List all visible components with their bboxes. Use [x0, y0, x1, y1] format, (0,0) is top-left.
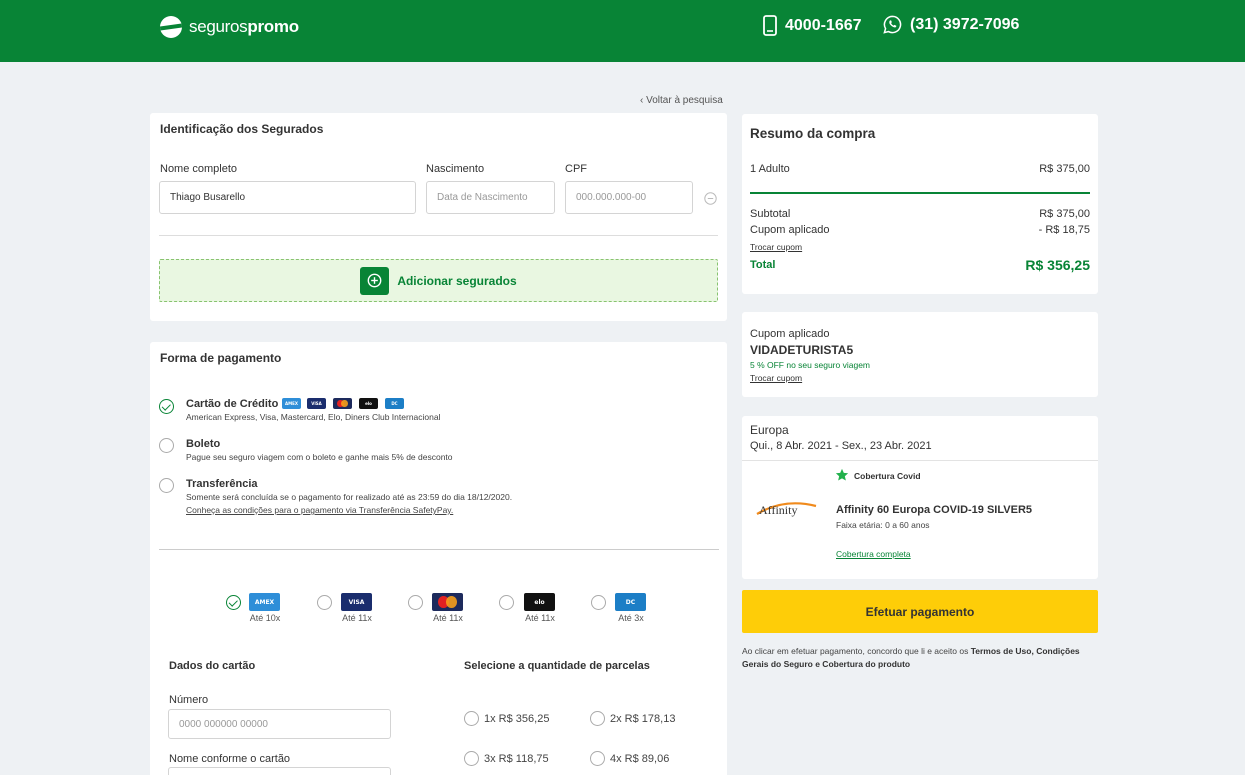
diners-icon: DC	[385, 398, 404, 409]
change-coupon-link[interactable]: Trocar cupom	[750, 373, 802, 383]
divider	[742, 460, 1098, 461]
total-label: Total	[750, 259, 776, 271]
installment-radio-4[interactable]	[590, 751, 605, 766]
back-to-search-link[interactable]: ‹ Voltar à pesquisa	[640, 95, 723, 106]
coupon-label: Cupom aplicado	[750, 328, 830, 340]
credit-card-desc: American Express, Visa, Mastercard, Elo,…	[186, 412, 441, 422]
installments-title: Selecione a quantidade de parcelas	[464, 660, 650, 672]
credit-card-title: Cartão de Crédito	[186, 398, 279, 410]
whatsapp-icon	[883, 15, 902, 34]
boleto-desc: Pague seu seguro viagem com o boleto e g…	[186, 452, 453, 462]
mastercard-brand-radio[interactable]	[408, 595, 423, 610]
card-number-label: Número	[169, 694, 209, 706]
affinity-logo: Affinity	[754, 500, 820, 520]
phone-number: 4000-1667	[785, 16, 862, 34]
amex-icon[interactable]: AMEX	[249, 593, 280, 611]
diners-icon[interactable]: DC	[615, 593, 646, 611]
cpf-field[interactable]: 000.000.000-00	[565, 181, 693, 214]
card-holder-label: Nome conforme o cartão	[169, 753, 291, 765]
transfer-conditions-link[interactable]: Conheça as condições para o pagamento vi…	[186, 505, 453, 515]
age-range: Faixa etária: 0 a 60 anos	[836, 520, 930, 530]
boleto-title: Boleto	[186, 438, 221, 450]
top-bar: segurospromo 4000-1667 (31) 3972-7096	[0, 0, 1245, 62]
subtotal-label: Subtotal	[750, 208, 791, 220]
plan-name: Affinity 60 Europa COVID-19 SILVER5	[836, 504, 1033, 516]
total-value: R$ 356,25	[1025, 257, 1090, 273]
adults-label: 1 Adulto	[750, 163, 790, 175]
logo[interactable]: segurospromo	[160, 16, 299, 38]
card-data-title: Dados do cartão	[169, 660, 256, 672]
payment-title: Forma de pagamento	[160, 351, 282, 365]
installment-radio-2[interactable]	[590, 711, 605, 726]
elo-icon: elo	[359, 398, 378, 409]
coupon-desc: 5 % OFF no seu seguro viagem	[750, 360, 871, 370]
divider	[159, 235, 718, 236]
trip-dates: Qui., 8 Abr. 2021 - Sex., 23 Abr. 2021	[750, 440, 932, 452]
installment-radio-1[interactable]	[464, 711, 479, 726]
visa-brand-radio[interactable]	[317, 595, 332, 610]
elo-installments: Até 11x	[525, 613, 555, 623]
card-holder-field[interactable]	[168, 767, 391, 775]
card-number-field[interactable]: 0000 000000 00000	[168, 709, 391, 739]
identification-title: Identificação dos Segurados	[160, 122, 324, 136]
subtotal-value: R$ 375,00	[1039, 208, 1090, 220]
whatsapp-number: (31) 3972-7096	[910, 15, 1020, 33]
change-coupon-link[interactable]: Trocar cupom	[750, 242, 802, 252]
trip-destination: Europa	[750, 423, 789, 437]
summary-divider	[750, 192, 1090, 194]
installment-radio-3[interactable]	[464, 751, 479, 766]
birth-date-field[interactable]: Data de Nascimento	[426, 181, 555, 214]
logo-icon	[160, 16, 182, 38]
installment-option-2[interactable]: 2x R$ 178,13	[610, 713, 675, 725]
boleto-radio[interactable]	[159, 438, 174, 453]
whatsapp-contact[interactable]: (31) 3972-7096	[883, 15, 1019, 34]
amex-installments: Até 10x	[249, 613, 281, 623]
credit-card-radio[interactable]	[159, 399, 174, 414]
cpf-label: CPF	[565, 163, 587, 175]
installment-option-4[interactable]: 4x R$ 89,06	[610, 753, 669, 765]
transfer-radio[interactable]	[159, 478, 174, 493]
amex-icon: AMEX	[282, 398, 301, 409]
installment-option-3[interactable]: 3x R$ 118,75	[484, 753, 549, 765]
elo-icon[interactable]: elo	[524, 593, 555, 611]
mastercard-installments: Até 11x	[433, 613, 463, 623]
installment-option-1[interactable]: 1x R$ 356,25	[484, 713, 549, 725]
visa-installments: Até 11x	[342, 613, 372, 623]
transfer-title: Transferência	[186, 478, 258, 490]
logo-text: segurospromo	[189, 17, 299, 36]
diners-installments: Até 3x	[618, 613, 644, 623]
summary-title: Resumo da compra	[750, 126, 876, 141]
divider	[159, 549, 719, 550]
visa-icon: VISA	[307, 398, 326, 409]
star-icon	[835, 468, 849, 481]
mastercard-icon	[333, 398, 352, 409]
terms-of-use-link[interactable]: Termos de Uso,	[971, 646, 1034, 656]
mastercard-icon[interactable]	[432, 593, 463, 611]
submit-payment-button[interactable]: Efetuar pagamento	[742, 590, 1098, 633]
full-coverage-link[interactable]: Cobertura completa	[836, 549, 911, 559]
name-field[interactable]: Thiago Busarello	[159, 181, 416, 214]
transfer-desc: Somente será concluída se o pagamento fo…	[186, 492, 513, 502]
name-label: Nome completo	[160, 163, 238, 175]
terms-text: Ao clicar em efetuar pagamento, concordo…	[742, 646, 1080, 669]
covid-coverage-label: Cobertura Covid	[854, 471, 921, 481]
amex-brand-radio[interactable]	[226, 595, 241, 610]
birth-label: Nascimento	[426, 163, 485, 175]
visa-icon[interactable]: VISA	[341, 593, 372, 611]
adults-value: R$ 375,00	[1039, 163, 1090, 175]
diners-brand-radio[interactable]	[591, 595, 606, 610]
coupon-code: VIDADETURISTA5	[750, 343, 854, 357]
remove-insured-icon[interactable]	[704, 192, 717, 205]
phone-contact[interactable]: 4000-1667	[763, 15, 862, 36]
add-insured-label: Adicionar segurados	[397, 273, 517, 288]
plus-circle-icon	[360, 266, 390, 295]
add-insured-button[interactable]: Adicionar segurados	[159, 259, 718, 302]
coupon-applied-label: Cupom aplicado	[750, 224, 830, 236]
phone-icon	[763, 15, 777, 36]
coupon-discount-value: - R$ 18,75	[1038, 224, 1090, 236]
elo-brand-radio[interactable]	[499, 595, 514, 610]
